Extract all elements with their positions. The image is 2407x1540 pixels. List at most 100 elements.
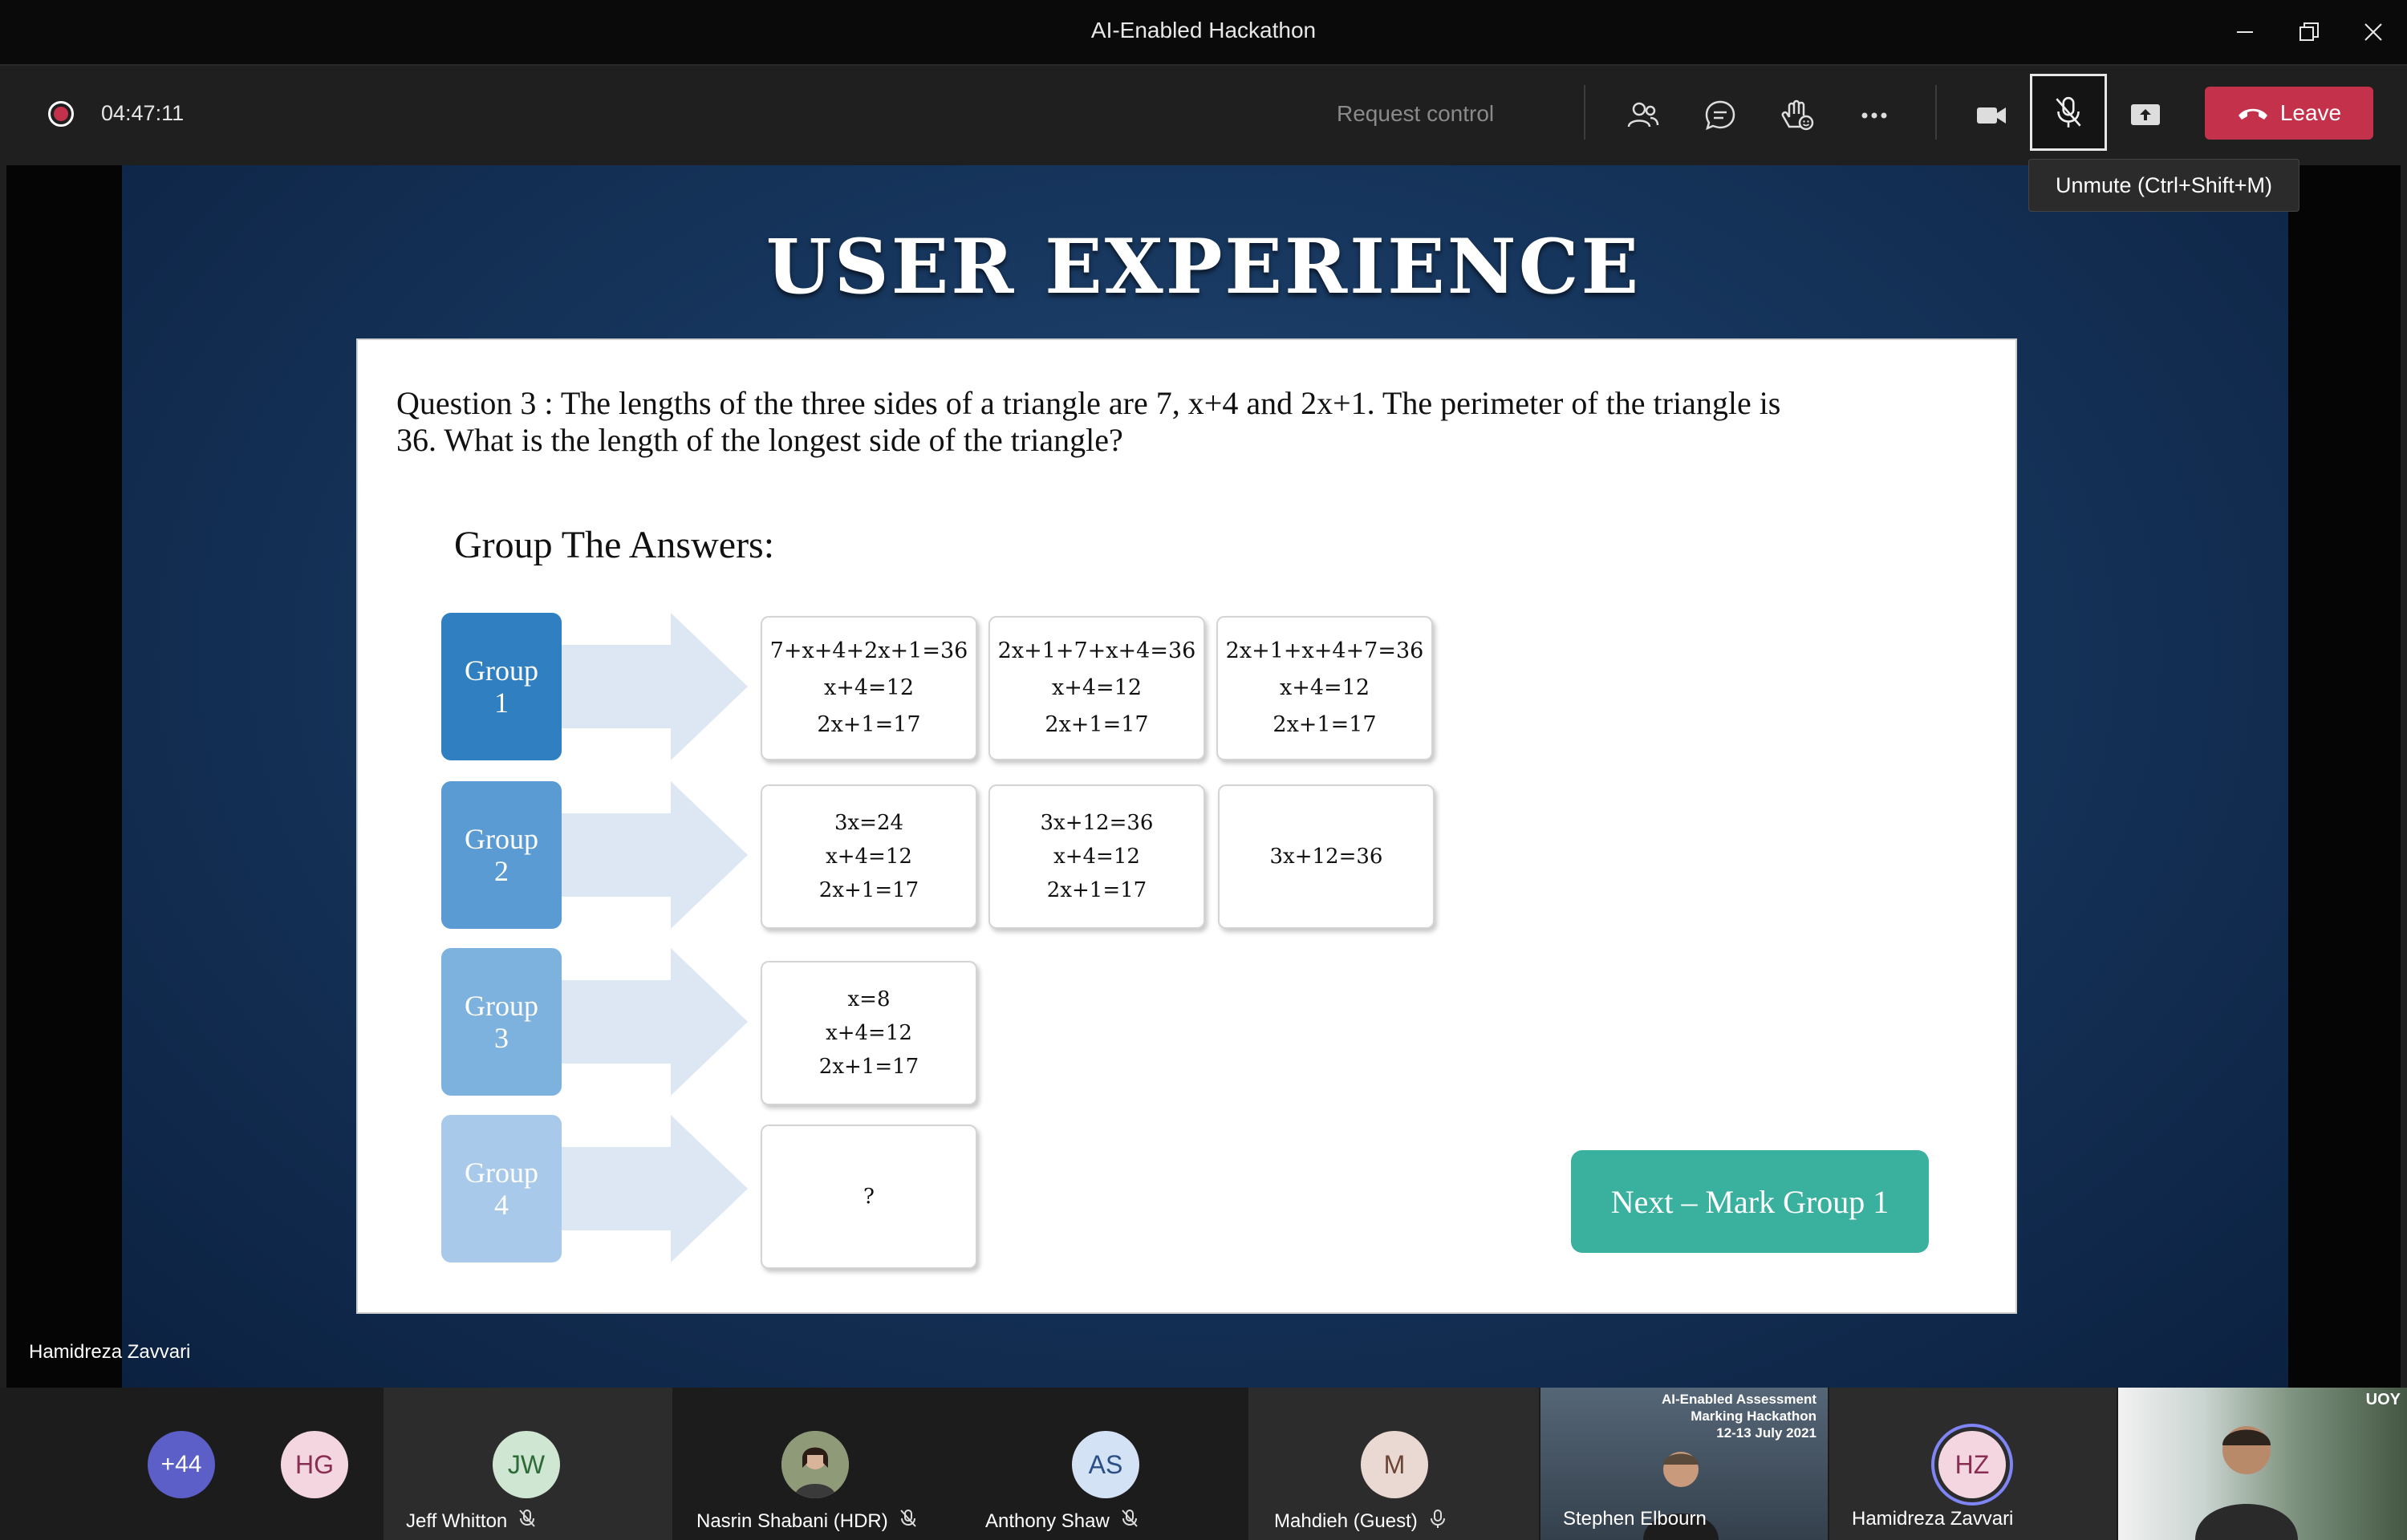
share-screen-icon[interactable]	[2120, 90, 2171, 141]
question-line: 36. What is the length of the longest si…	[396, 422, 1123, 458]
participant-name: Mahdieh (Guest)	[1274, 1508, 1448, 1534]
answer-line: 3x+12=36	[1269, 845, 1383, 869]
answer-line: 2x+1=17	[818, 878, 919, 902]
leave-label: Leave	[2279, 100, 2342, 125]
raise-hand-icon[interactable]	[1772, 90, 1823, 141]
mic-off-icon	[2056, 96, 2081, 128]
answer-card[interactable]: ?	[761, 1125, 977, 1269]
group-4-box[interactable]: Group 4	[441, 1115, 562, 1262]
group-number: 1	[494, 687, 509, 719]
participant-name-label: Jeff Whitton	[406, 1510, 508, 1532]
participant-name: Hamidreza Zavvari	[1852, 1508, 2013, 1530]
question-line: Question 3 : The lengths of the three si…	[396, 385, 1781, 421]
group-word: Group	[465, 990, 538, 1022]
answer-card[interactable]: 3x=24 x+4=12 2x+1=17	[761, 784, 977, 929]
question-card: Question 3 : The lengths of the three si…	[356, 338, 2017, 1314]
unmute-tooltip: Unmute (Ctrl+Shift+M)	[2028, 159, 2299, 212]
answer-card[interactable]: 2x+1+x+4+7=36 x+4=12 2x+1=17	[1216, 616, 1433, 760]
answer-line: 2x+1+7+x+4=36	[997, 638, 1196, 663]
answer-line: 2x+1=17	[817, 712, 921, 737]
avatar: AS	[1072, 1431, 1139, 1498]
group-word: Group	[465, 1157, 538, 1189]
arrow-icon	[562, 781, 748, 929]
minimize-icon[interactable]	[2221, 14, 2269, 50]
mic-off-icon	[898, 1508, 919, 1534]
camera-icon[interactable]	[1966, 90, 2017, 141]
participants-icon[interactable]	[1618, 90, 1669, 141]
slide-title: USER EXPERIENCE	[765, 223, 1642, 311]
answer-line: x+4=12	[1279, 675, 1370, 700]
group-number: 3	[494, 1022, 509, 1054]
group-2-box[interactable]: Group 2	[441, 781, 562, 929]
mic-off-icon	[517, 1508, 538, 1534]
self-video-tile[interactable]: UOY	[2118, 1388, 2407, 1540]
mic-off-icon	[1119, 1508, 1140, 1534]
answer-line: x+4=12	[1051, 675, 1142, 700]
mute-toggle-button[interactable]	[2030, 74, 2107, 151]
next-mark-group-button[interactable]: Next – Mark Group 1	[1571, 1150, 1929, 1253]
chat-icon[interactable]	[1695, 90, 1746, 141]
answer-card[interactable]: 3x+12=36	[1218, 784, 1435, 929]
participant-name-label: Anthony Shaw	[985, 1510, 1110, 1532]
answer-line: x+4=12	[826, 845, 912, 869]
avatar[interactable]: HG	[281, 1431, 348, 1498]
window-title: AI-Enabled Hackathon	[1090, 18, 1317, 43]
avatar: M	[1361, 1431, 1428, 1498]
request-control-button[interactable]: Request control	[1337, 101, 1494, 127]
mic-icon	[1427, 1508, 1448, 1534]
arrow-icon	[562, 613, 748, 760]
participant-name-label: Nasrin Shabani (HDR)	[696, 1510, 888, 1532]
question-text: Question 3 : The lengths of the three si…	[396, 385, 1993, 459]
close-icon[interactable]	[2349, 14, 2397, 50]
answer-line: 2x+1=17	[1045, 712, 1149, 737]
group-word: Group	[465, 654, 538, 687]
overflow-participants-badge[interactable]: +44	[148, 1431, 215, 1498]
answer-card[interactable]: 7+x+4+2x+1=36 x+4=12 2x+1=17	[761, 616, 977, 760]
participant-name: Nasrin Shabani (HDR)	[696, 1508, 919, 1534]
participant-name: Anthony Shaw	[985, 1508, 1140, 1534]
recording-icon	[48, 101, 74, 127]
participant-name: Jeff Whitton	[406, 1508, 538, 1534]
group-number: 2	[494, 855, 509, 887]
meeting-timer: 04:47:11	[101, 101, 185, 125]
answer-line: 2x+1=17	[1046, 878, 1147, 902]
answer-line: ?	[863, 1185, 875, 1209]
arrow-icon	[562, 948, 748, 1096]
participant-name-label: Mahdieh (Guest)	[1274, 1510, 1418, 1532]
answer-line: x+4=12	[823, 675, 914, 700]
answer-line: x+4=12	[1053, 845, 1140, 869]
toolbar-divider	[1935, 85, 1937, 140]
avatar: JW	[493, 1431, 560, 1498]
answer-card[interactable]: 2x+1+7+x+4=36 x+4=12 2x+1=17	[988, 616, 1205, 760]
participant-name: Stephen Elbourn	[1563, 1508, 1707, 1530]
banner-line: AI-Enabled Assessment	[1661, 1392, 1816, 1407]
hang-up-icon	[2238, 108, 2267, 120]
leave-button[interactable]: Leave	[2205, 87, 2373, 140]
title-bar: AI-Enabled Hackathon	[0, 0, 2407, 66]
answer-line: x=8	[847, 987, 891, 1011]
group-number: 4	[494, 1189, 509, 1221]
answer-card[interactable]: 3x+12=36 x+4=12 2x+1=17	[988, 784, 1205, 929]
restore-icon[interactable]	[2285, 14, 2333, 50]
answer-line: 2x+1=17	[1273, 712, 1377, 737]
participant-name-label: Hamidreza Zavvari	[1852, 1508, 2014, 1530]
answer-line: 3x+12=36	[1040, 811, 1154, 835]
answer-line: 2x+1=17	[818, 1055, 919, 1079]
meeting-toolbar: 04:47:11 Request control Leave	[0, 66, 2407, 162]
banner-line: Marking Hackathon	[1691, 1408, 1816, 1424]
arrow-icon	[562, 1115, 748, 1262]
answer-line: 2x+1+x+4+7=36	[1225, 638, 1424, 663]
answer-line: 7+x+4+2x+1=36	[769, 638, 968, 663]
answer-line: 3x=24	[834, 811, 904, 835]
participant-name-label: Stephen Elbourn	[1563, 1508, 1707, 1530]
avatar: HZ	[1938, 1431, 2006, 1498]
answer-card[interactable]: x=8 x+4=12 2x+1=17	[761, 961, 977, 1105]
person-video	[2195, 1426, 2298, 1540]
group-word: Group	[465, 823, 538, 855]
group-1-box[interactable]: Group 1	[441, 613, 562, 760]
group-3-box[interactable]: Group 3	[441, 948, 562, 1096]
avatar-photo	[781, 1431, 849, 1498]
event-banner: AI-Enabled Assessment Marking Hackathon …	[1662, 1391, 1816, 1441]
more-options-icon[interactable]	[1849, 90, 1900, 141]
uoy-label: UOY	[2365, 1391, 2401, 1408]
